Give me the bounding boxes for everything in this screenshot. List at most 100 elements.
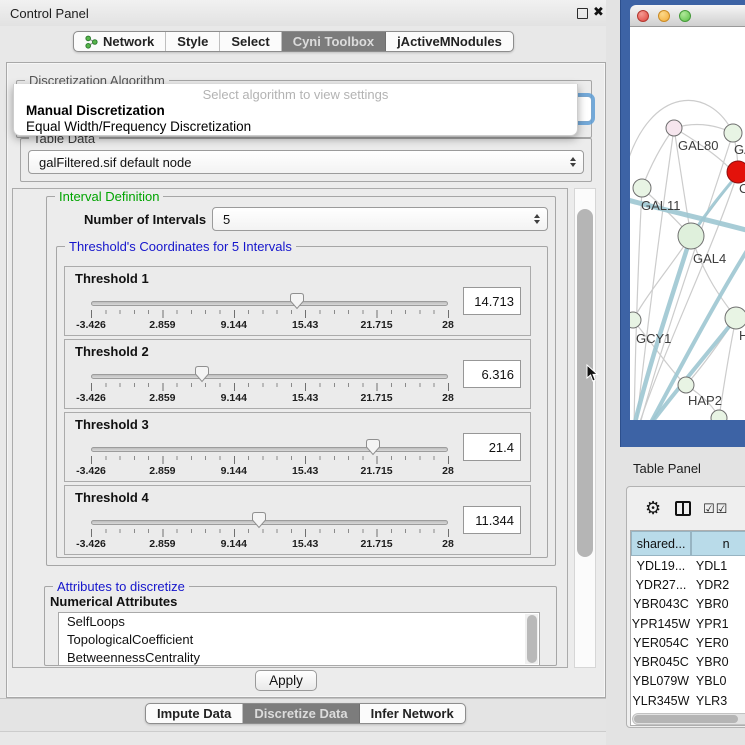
tab-network[interactable]: Network xyxy=(74,32,166,51)
attribute-list-item[interactable]: BetweennessCentrality xyxy=(59,649,539,666)
cell-name[interactable]: YDR2 xyxy=(691,575,745,594)
cell-shared-name[interactable]: YBR045C xyxy=(631,652,691,671)
stepper-icon xyxy=(570,157,576,167)
tab-discretize-data[interactable]: Discretize Data xyxy=(243,704,359,723)
float-window-icon[interactable] xyxy=(577,8,588,19)
column-layout-icon[interactable] xyxy=(675,501,691,516)
slider-thumb[interactable] xyxy=(251,511,267,529)
network-window: GAL80 GA C GAL11 GAL4 GCY1 H HAP2 xyxy=(620,0,745,447)
node-gcy1[interactable] xyxy=(630,312,641,328)
cell-name[interactable]: YLR3 xyxy=(691,691,745,710)
table-row[interactable]: YDR27... YDR2 xyxy=(631,575,745,594)
vertical-scrollbar[interactable] xyxy=(574,188,596,668)
zoom-traffic-light[interactable] xyxy=(679,10,691,22)
tab-infer-network[interactable]: Infer Network xyxy=(360,704,465,723)
cell-shared-name[interactable]: YDR27... xyxy=(631,575,691,594)
cell-name[interactable]: YER0 xyxy=(691,633,745,652)
tab-select[interactable]: Select xyxy=(220,32,281,51)
node-bottom[interactable] xyxy=(711,410,727,420)
node-top-right[interactable] xyxy=(724,124,742,142)
tick-label: 15.43 xyxy=(292,392,318,404)
table-row[interactable]: YBR043C YBR0 xyxy=(631,595,745,614)
bottom-tab-bar: Impute Data Discretize Data Infer Networ… xyxy=(145,703,466,724)
tick-label: 15.43 xyxy=(292,319,318,331)
threshold-value-field[interactable]: 14.713 xyxy=(463,287,521,315)
select-all-checkbox-icon[interactable]: ☑☑ xyxy=(703,501,728,517)
threshold-list: Threshold 1 -3.4262.8599.14415.4321.7152… xyxy=(64,266,531,558)
tab-cyni-toolbox[interactable]: Cyni Toolbox xyxy=(282,32,386,51)
node-hap2[interactable] xyxy=(678,377,694,393)
threshold-value-field[interactable]: 6.316 xyxy=(463,360,521,388)
apply-button[interactable]: Apply xyxy=(255,670,317,691)
tick-label: 2.859 xyxy=(149,538,175,550)
network-canvas[interactable]: GAL80 GA C GAL11 GAL4 GCY1 H HAP2 xyxy=(630,27,745,420)
table-row[interactable]: YPR145W YPR1 xyxy=(631,614,745,633)
minimize-traffic-light[interactable] xyxy=(658,10,670,22)
table-data-combo[interactable]: galFiltered.sif default node xyxy=(28,150,584,174)
close-icon[interactable]: ✖ xyxy=(593,4,604,20)
cell-shared-name[interactable]: YPR145W xyxy=(631,614,691,633)
num-intervals-combo[interactable]: 5 xyxy=(212,207,548,231)
slider-track[interactable] xyxy=(91,447,448,452)
tick-label: 9.144 xyxy=(221,392,247,404)
control-panel-titlebar xyxy=(0,0,612,26)
slider-thumb[interactable] xyxy=(194,365,210,383)
tab-impute-data[interactable]: Impute Data xyxy=(146,704,243,723)
num-intervals-label: Number of Intervals xyxy=(84,212,206,227)
node-gal11[interactable] xyxy=(633,179,651,197)
cell-name[interactable]: YDL1 xyxy=(691,556,745,575)
node-label: GA xyxy=(734,142,745,157)
table-row[interactable]: YDL19... YDL1 xyxy=(631,556,745,575)
cell-name[interactable]: YBL0 xyxy=(691,672,745,691)
dropdown-option-equal-width[interactable]: Equal Width/Frequency Discretization xyxy=(26,119,251,134)
node-selected-red[interactable] xyxy=(727,161,745,183)
dropdown-option-manual[interactable]: Manual Discretization xyxy=(26,103,165,118)
tick-label: 2.859 xyxy=(149,465,175,477)
node-gal80[interactable] xyxy=(666,120,682,136)
slider-track[interactable] xyxy=(91,520,448,525)
tab-label: Discretize Data xyxy=(254,706,347,721)
table-panel-title: Table Panel xyxy=(633,461,701,476)
tick-label: 21.715 xyxy=(361,392,393,404)
cell-shared-name[interactable]: YBR043C xyxy=(631,595,691,614)
scrollbar-thumb[interactable] xyxy=(527,615,537,663)
table-row[interactable]: YBR045C YBR0 xyxy=(631,652,745,671)
cell-shared-name[interactable]: YDL19... xyxy=(631,556,691,575)
cell-shared-name[interactable]: YBL079W xyxy=(631,672,691,691)
slider-thumb[interactable] xyxy=(289,292,305,310)
list-scrollbar[interactable] xyxy=(525,614,538,664)
threshold-value-field[interactable]: 21.4 xyxy=(463,433,521,461)
cell-shared-name[interactable]: YLR345W xyxy=(631,691,691,710)
tab-style[interactable]: Style xyxy=(166,32,220,51)
gear-icon[interactable]: ⚙ xyxy=(645,498,661,519)
cell-name[interactable]: YBR0 xyxy=(691,595,745,614)
close-traffic-light[interactable] xyxy=(637,10,649,22)
cell-shared-name[interactable]: YER054C xyxy=(631,633,691,652)
scrollbar-thumb[interactable] xyxy=(634,715,738,723)
column-header-shared-name[interactable]: shared... xyxy=(631,531,691,556)
stepper-icon xyxy=(534,214,540,224)
slider-track[interactable] xyxy=(91,301,448,306)
tab-jactivemnodules[interactable]: jActiveMNodules xyxy=(386,32,513,51)
attribute-list-item[interactable]: SelfLoops xyxy=(59,613,539,631)
attribute-list-item[interactable]: TopologicalCoefficient xyxy=(59,631,539,649)
tick-label: -3.426 xyxy=(76,319,106,331)
slider-thumb[interactable] xyxy=(365,438,381,456)
algorithm-dropdown-popup: Select algorithm to view settings Manual… xyxy=(13,84,578,136)
horizontal-scrollbar[interactable] xyxy=(632,713,745,725)
column-header-name[interactable]: n xyxy=(691,531,745,556)
threshold-panel: Threshold 2 -3.4262.8599.14415.4321.7152… xyxy=(64,339,531,409)
tick-label: 28 xyxy=(442,319,454,331)
threshold-value-field[interactable]: 11.344 xyxy=(463,506,521,534)
cell-name[interactable]: YPR1 xyxy=(691,614,745,633)
slider-major-ticks xyxy=(91,529,451,537)
table-row[interactable]: YBL079W YBL0 xyxy=(631,672,745,691)
table-row[interactable]: YLR345W YLR3 xyxy=(631,691,745,710)
cell-name[interactable]: YBR0 xyxy=(691,652,745,671)
node-right[interactable] xyxy=(725,307,745,329)
tab-label: Network xyxy=(103,34,154,49)
table-row[interactable]: YER054C YER0 xyxy=(631,633,745,652)
slider-major-ticks xyxy=(91,456,451,464)
slider-track[interactable] xyxy=(91,374,448,379)
node-gal4[interactable] xyxy=(678,223,704,249)
